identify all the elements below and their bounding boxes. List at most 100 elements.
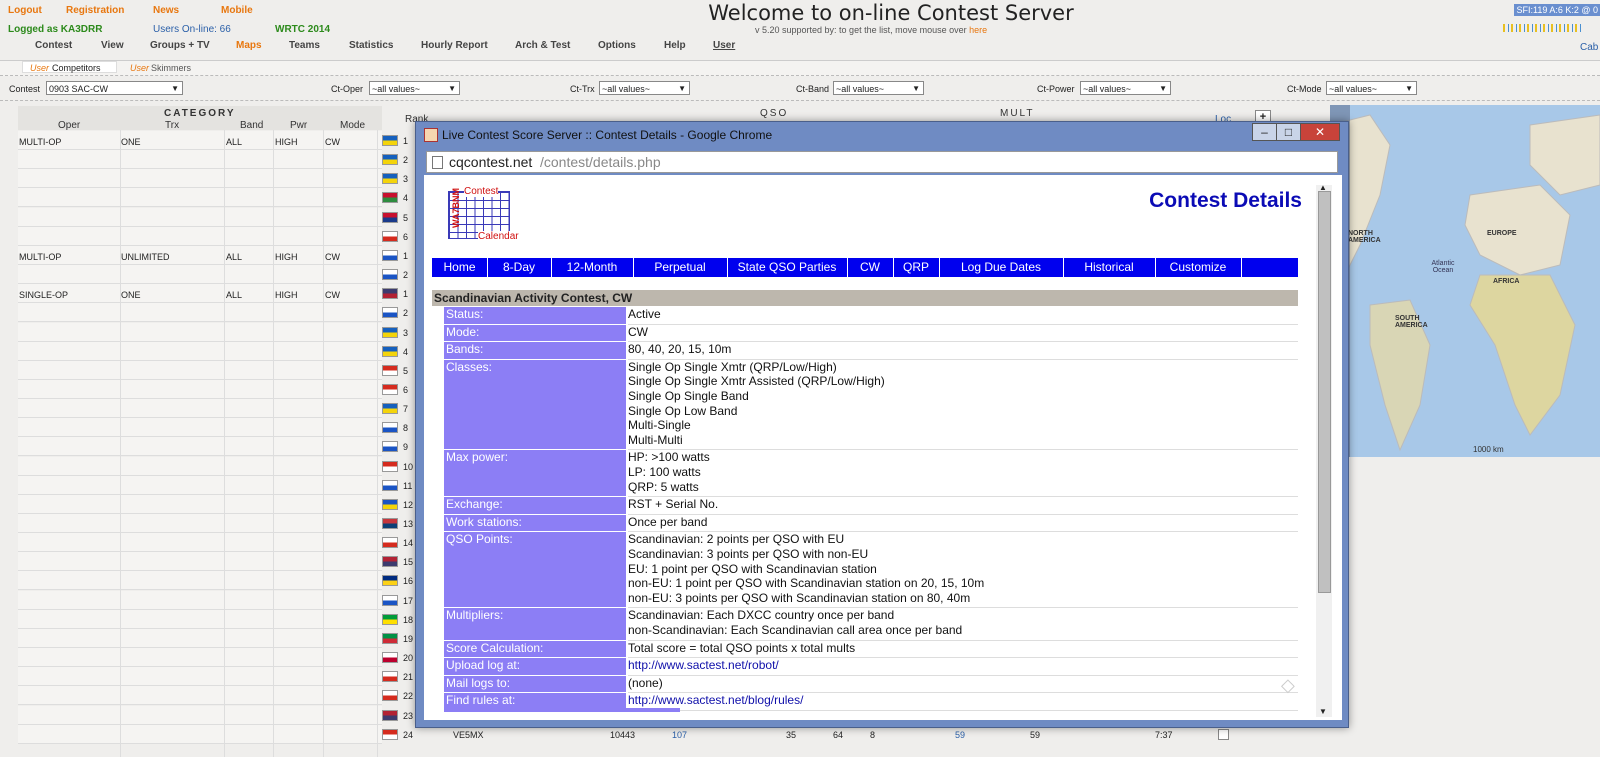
rank-cell: 1 <box>403 250 409 261</box>
detail-value: RST + Serial No. <box>628 497 1298 512</box>
here-link[interactable]: here <box>969 25 987 35</box>
detail-value-line: Single Op Single Band <box>628 388 749 403</box>
ct-oper-select[interactable]: ~all values~ <box>369 81 460 96</box>
flag-icon <box>382 441 398 453</box>
detail-value-line: Active <box>628 307 661 321</box>
tab-competitors-prefix: User <box>30 63 50 73</box>
scrollbar[interactable]: ▲ ▼ <box>1316 183 1332 717</box>
maximize-icon[interactable]: □ <box>1276 123 1301 141</box>
nav-arch-test[interactable]: Arch & Test <box>515 40 570 51</box>
category-row <box>18 475 382 495</box>
scroll-down-icon[interactable]: ▼ <box>1319 707 1327 716</box>
calendar-nav-customize[interactable]: Customize <box>1155 258 1242 277</box>
address-bar[interactable]: cqcontest.net /contest/details.php <box>426 151 1338 173</box>
flag-icon <box>382 537 398 549</box>
rank-cell: 7 <box>403 404 409 415</box>
calendar-nav-state-qso-parties[interactable]: State QSO Parties <box>727 258 848 277</box>
rank-cell: 23 <box>403 710 414 721</box>
scroll-up-icon[interactable]: ▲ <box>1319 183 1327 192</box>
detail-value: http://www.sactest.net/blog/rules/ <box>628 693 1298 708</box>
detail-value-line: Scandinavian: 2 points per QSO with EU <box>628 532 845 547</box>
flag-icon <box>382 345 398 357</box>
row-checkbox[interactable] <box>1218 729 1229 740</box>
calendar-nav-perpetual[interactable]: Perpetual <box>633 258 728 277</box>
detail-label: Work stations: <box>444 513 626 532</box>
col-trx[interactable]: Trx <box>165 120 179 131</box>
flag-icon <box>382 326 398 338</box>
detail-value-line: Multi-Multi <box>628 432 683 447</box>
row-val-a: 35 <box>786 730 797 740</box>
wrtc-link[interactable]: WRTC 2014 <box>275 24 330 35</box>
minimize-icon[interactable]: – <box>1252 123 1277 141</box>
col-oper[interactable]: Oper <box>58 120 80 131</box>
calendar-nav-log-due-dates[interactable]: Log Due Dates <box>939 258 1064 277</box>
tab-competitors-label[interactable]: Competitors <box>52 63 101 73</box>
ct-mode-label: Ct-Mode <box>1287 84 1322 94</box>
ct-mode-select[interactable]: ~all values~ <box>1326 81 1417 96</box>
nav-groups-tv[interactable]: Groups + TV <box>150 40 210 51</box>
calendar-nav-12-month[interactable]: 12-Month <box>551 258 634 277</box>
detail-value-line: QRP: 5 watts <box>628 479 699 494</box>
flag-icon <box>382 383 398 395</box>
detail-label: Status: <box>444 306 626 324</box>
nav-maps[interactable]: Maps <box>236 40 262 51</box>
calendar-nav-cw[interactable]: CW <box>847 258 894 277</box>
tab-skimmers[interactable]: Skimmers <box>151 63 191 73</box>
detail-value-line: (none) <box>628 675 663 690</box>
nav-hourly-report[interactable]: Hourly Report <box>421 40 488 51</box>
category-row <box>18 648 382 668</box>
detail-value: 80, 40, 20, 15, 10m <box>628 342 1298 357</box>
calendar-nav-historical[interactable]: Historical <box>1063 258 1156 277</box>
nav-options[interactable]: Options <box>598 40 636 51</box>
category-row <box>18 456 382 476</box>
nav-view[interactable]: View <box>101 40 124 51</box>
rank-cell: 6 <box>403 231 409 242</box>
page-icon <box>432 156 443 169</box>
category-row <box>18 169 382 189</box>
cat3-pwr: HIGH <box>275 290 298 300</box>
scrollbar-thumb[interactable] <box>1318 191 1331 593</box>
detail-value-line[interactable]: http://www.sactest.net/robot/ <box>628 658 1298 673</box>
contest-calendar-logo[interactable]: WA7BNM Contest Calendar <box>440 183 520 243</box>
close-icon[interactable]: ✕ <box>1300 123 1340 141</box>
detail-value-line[interactable]: http://www.sactest.net/blog/rules/ <box>628 693 1298 708</box>
col-mode[interactable]: Mode <box>340 120 365 131</box>
detail-label: Upload log at: <box>444 657 626 675</box>
nav-statistics[interactable]: Statistics <box>349 40 393 51</box>
category-title: CATEGORY <box>164 108 236 119</box>
cat2-trx: UNLIMITED <box>121 252 170 262</box>
world-map[interactable]: NORTH AMERICA EUROPE Atlantic Ocean AFRI… <box>1330 105 1600 457</box>
calendar-nav-qrp[interactable]: QRP <box>893 258 940 277</box>
nav-teams[interactable]: Teams <box>289 40 320 51</box>
flag-icon <box>382 211 398 223</box>
category-row <box>18 322 382 342</box>
row-call[interactable]: VE5MX <box>453 730 484 740</box>
col-band[interactable]: Band <box>240 120 263 131</box>
rank-cell: 13 <box>403 519 414 529</box>
ct-trx-select[interactable]: ~all values~ <box>599 81 690 96</box>
tab-skimmers-prefix: User <box>130 63 150 73</box>
cat2-pwr: HIGH <box>275 252 298 262</box>
cat1-pwr: HIGH <box>275 137 298 147</box>
category-row <box>18 514 382 533</box>
detail-value: Total score = total QSO points x total m… <box>628 641 1298 656</box>
calendar-nav-home[interactable]: Home <box>432 258 488 277</box>
map-scale: 1000 km <box>1473 445 1504 454</box>
contest-select[interactable]: 0903 SAC-CW <box>46 81 183 96</box>
category-row <box>18 437 382 457</box>
ct-band-select[interactable]: ~all values~ <box>833 81 924 96</box>
category-row <box>18 533 382 553</box>
nav-contest[interactable]: Contest <box>35 40 72 51</box>
ct-power-select[interactable]: ~all values~ <box>1080 81 1171 96</box>
nav-help[interactable]: Help <box>664 40 686 51</box>
detail-value-line: Once per band <box>628 514 708 529</box>
detail-value-line: non-EU: 3 points per QSO with Scandinavi… <box>628 590 971 605</box>
nav-user[interactable]: User <box>713 40 735 51</box>
cab-link[interactable]: Cab <box>1580 42 1598 53</box>
col-pwr[interactable]: Pwr <box>290 120 307 131</box>
detail-value: HP: >100 watts LP: 100 watts QRP: 5 watts <box>628 450 1298 494</box>
cat2-mode: CW <box>325 252 340 262</box>
calendar-nav-8-day[interactable]: 8-Day <box>487 258 552 277</box>
logged-as-text: Logged as KA3DRR <box>8 24 103 35</box>
category-row <box>18 265 382 285</box>
